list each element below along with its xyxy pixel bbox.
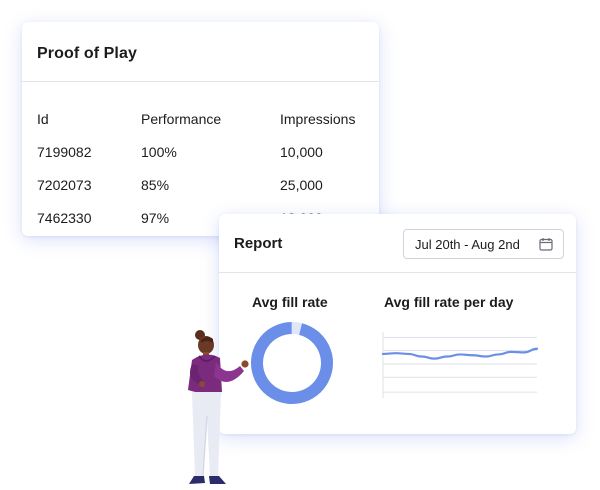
avg-fill-rate-donut-chart: [251, 322, 333, 404]
proof-of-play-header: Proof of Play: [22, 22, 379, 82]
table-row[interactable]: 7199082 100% 10,000: [37, 135, 380, 168]
report-title: Report: [234, 235, 283, 252]
donut-slice-filled: [251, 322, 333, 404]
person-illustration: [188, 330, 249, 484]
proof-of-play-card: Proof of Play Id Performance Impressions…: [22, 22, 379, 236]
avg-fill-rate-per-day-line-chart: [381, 332, 539, 398]
report-header: Report Jul 20th - Aug 2nd: [219, 214, 576, 273]
cell-id: 7199082: [37, 143, 92, 160]
avg-fill-rate-label: Avg fill rate: [252, 294, 328, 310]
proof-of-play-title: Proof of Play: [37, 45, 137, 62]
report-card: Report Jul 20th - Aug 2nd Avg fill rate …: [219, 214, 576, 434]
cell-impressions: 10,000: [280, 143, 323, 160]
cell-id: 7462330: [37, 209, 92, 226]
date-range-value: Jul 20th - Aug 2nd: [415, 236, 520, 252]
calendar-icon: [539, 238, 553, 251]
cell-performance: 100%: [141, 143, 177, 160]
donut-slice-remaining: [291, 322, 302, 335]
avg-fill-rate-per-day-label: Avg fill rate per day: [384, 294, 514, 310]
cell-id: 7202073: [37, 176, 92, 193]
column-header-impressions: Impressions: [280, 110, 356, 127]
cell-impressions: 25,000: [280, 176, 323, 193]
table-header-row: Id Performance Impressions: [37, 102, 380, 135]
cell-performance: 85%: [141, 176, 170, 193]
date-range-picker[interactable]: Jul 20th - Aug 2nd: [403, 229, 564, 259]
column-header-performance: Performance: [141, 110, 222, 127]
column-header-id: Id: [37, 110, 49, 127]
table-row[interactable]: 7202073 85% 25,000: [37, 168, 380, 201]
